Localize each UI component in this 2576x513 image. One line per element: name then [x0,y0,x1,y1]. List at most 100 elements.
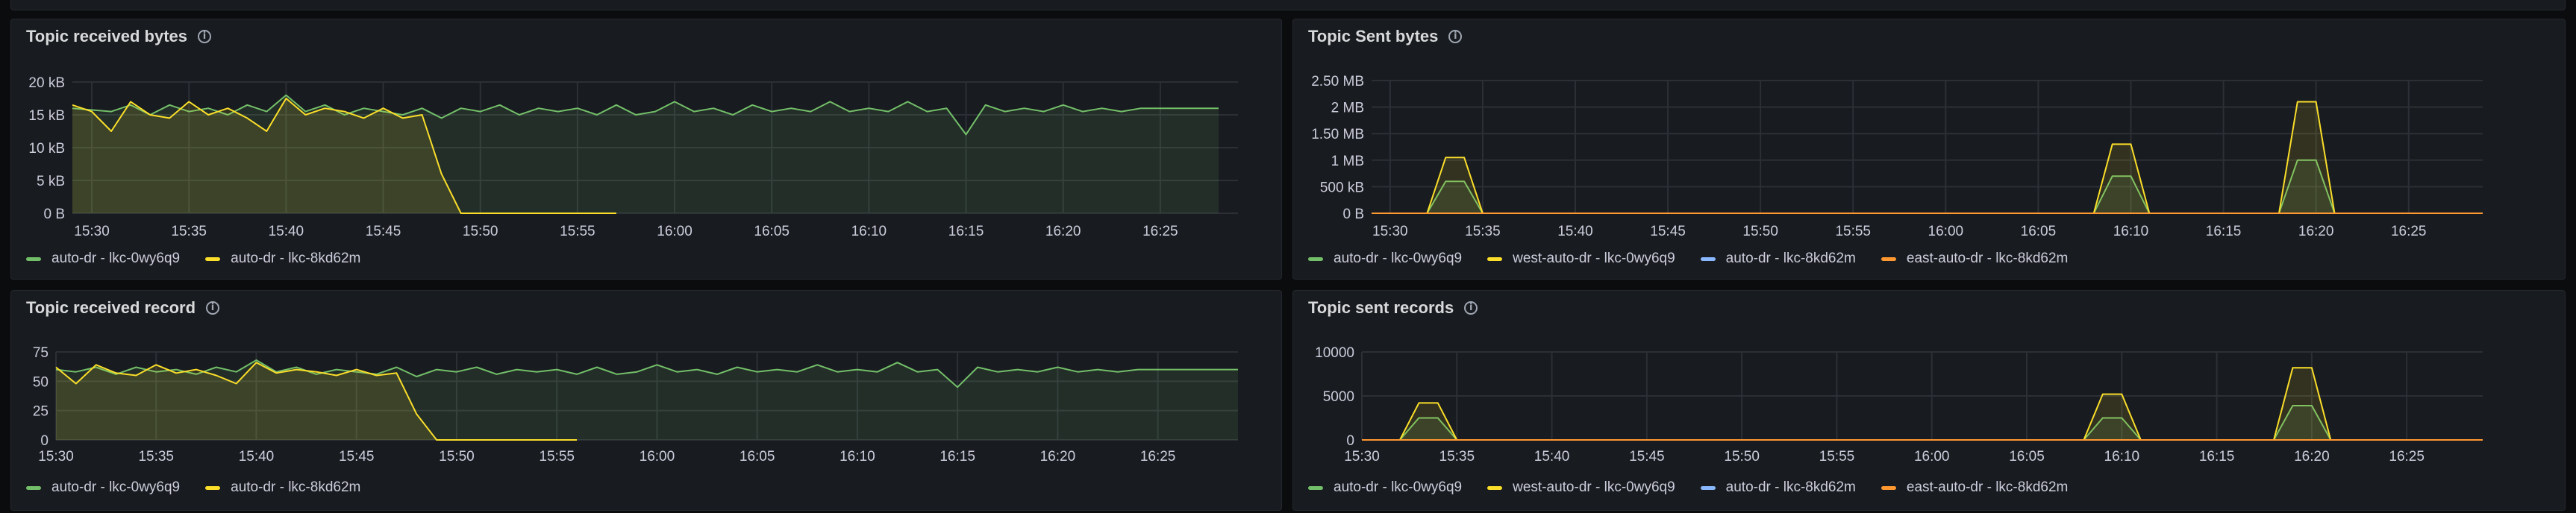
x-tick-label: 15:30 [38,449,74,465]
legend-label: west-auto-dr - lkc-0wy6q9 [1513,251,1675,266]
legend-label: east-auto-dr - lkc-8kd62m [1906,251,2069,266]
x-tick-label: 15:35 [138,449,174,465]
x-tick-label: 15:50 [1742,224,1778,239]
legend: auto-dr - lkc-0wy6q9 west-auto-dr - lkc-… [1308,251,2068,267]
panel-topic-received-bytes: Topic received bytes i 20 kB 15 kB 10 kB 5 … [10,19,1282,280]
x-tick-label: 15:45 [339,449,375,465]
legend-label: auto-dr - lkc-8kd62m [1725,479,1856,495]
y-tick-label: 15 kB [28,108,65,124]
x-tick-label: 15:40 [1534,449,1570,465]
x-tick-label: 16:00 [657,224,693,239]
y-tick-label: 50 [33,374,49,390]
legend-swatch [205,485,221,490]
panel-topic-received-record: Topic received record i 75 50 25 0 15:30 15:3… [10,290,1282,511]
x-tick-label: 15:55 [539,449,575,465]
x-tick-label: 16:15 [2199,449,2235,465]
legend-swatch [1308,256,1323,261]
x-tick-label: 16:10 [2113,224,2149,239]
chart-topic-received-bytes: 20 kB 15 kB 10 kB 5 kB 0 B 15:30 15:35 15:40 15:… [28,75,1238,239]
chart-topic-received-record: 75 50 25 015:30 15:35 15:40 15:45 15:50 15:55 16:… [33,345,1238,465]
x-tick-label: 15:40 [1557,224,1593,239]
x-tick-label: 15:35 [1439,449,1475,465]
legend-swatch [1700,256,1716,261]
legend-label: auto-dr - lkc-0wy6q9 [1334,479,1463,495]
x-tick-label: 16:10 [851,224,887,239]
legend-item[interactable]: auto-dr - lkc-8kd62m [205,479,360,496]
y-tick-label: 1.50 MB [1311,127,1364,142]
legend-item[interactable]: east-auto-dr - lkc-8kd62m [1881,251,2068,267]
y-tick-label: 25 [33,404,49,420]
legend-item[interactable]: west-auto-dr - lkc-0wy6q9 [1487,479,1675,496]
x-tick-label: 16:05 [2009,449,2045,465]
y-tick-label: 0 [1346,433,1354,449]
x-tick-label: 15:50 [463,224,498,239]
legend-label: east-auto-dr - lkc-8kd62m [1906,479,2069,495]
x-tick-label: 16:15 [940,449,975,465]
legend-label: auto-dr - lkc-0wy6q9 [51,479,181,495]
y-tick-label: 5000 [1323,389,1354,405]
legend-swatch [1881,256,1896,261]
x-tick-label: 15:45 [1629,449,1665,465]
y-tick-label: 20 kB [28,75,65,91]
y-tick-label: 1 MB [1331,154,1364,169]
x-tick-label: 16:10 [840,449,875,465]
y-tick-label: 0 B [43,207,65,222]
x-tick-label: 16:10 [2104,449,2140,465]
legend-item[interactable]: auto-dr - lkc-0wy6q9 [26,251,180,267]
legend-swatch [205,256,221,261]
dashboard-top-strip [10,0,2566,10]
y-tick-label: 5 kB [37,174,65,189]
legend-item[interactable]: west-auto-dr - lkc-0wy6q9 [1487,251,1675,267]
y-tick-label: 500 kB [1320,180,1364,195]
legend-swatch [26,485,41,490]
panel-topic-sent-records: Topic sent records i 10000 5000 0 15:30 15:3… [1292,290,2566,511]
legend-item[interactable]: east-auto-dr - lkc-8kd62m [1881,479,2068,496]
x-tick-label: 15:55 [1819,449,1855,465]
legend-label: auto-dr - lkc-0wy6q9 [51,251,181,266]
legend-item[interactable]: auto-dr - lkc-8kd62m [1700,479,1856,496]
x-tick-label: 16:25 [1140,449,1176,465]
legend-label: auto-dr - lkc-8kd62m [231,479,361,495]
x-tick-label: 15:30 [74,224,110,239]
legend-item[interactable]: auto-dr - lkc-0wy6q9 [1308,479,1462,496]
chart-topic-sent-records: 10000 5000 015:30 15:35 15:40 15:45 15:50 15:55… [1315,345,2483,465]
legend-item[interactable]: auto-dr - lkc-8kd62m [205,251,360,267]
legend-label: auto-dr - lkc-8kd62m [231,251,361,266]
x-tick-label: 15:40 [239,449,275,465]
x-tick-label: 16:25 [1142,224,1178,239]
legend-swatch [1700,485,1716,490]
y-tick-label: 0 B [1342,207,1364,222]
legend-swatch [1308,485,1323,490]
legend: auto-dr - lkc-0wy6q9 auto-dr - lkc-8kd62… [26,479,360,496]
legend-swatch [26,256,41,261]
legend: auto-dr - lkc-0wy6q9 auto-dr - lkc-8kd62… [26,251,360,267]
legend-label: west-auto-dr - lkc-0wy6q9 [1513,479,1675,495]
x-tick-label: 16:20 [1040,449,1076,465]
chart-topic-sent-bytes: 2.50 MB 2 MB 1.50 MB 1 MB 500 kB 0 B 15:30 15:3… [1311,74,2483,239]
x-tick-label: 16:05 [740,449,775,465]
x-tick-label: 16:25 [2391,224,2427,239]
x-tick-label: 15:55 [1835,224,1871,239]
y-tick-label: 75 [33,345,49,361]
x-tick-label: 16:00 [1914,449,1950,465]
x-tick-label: 16:20 [2294,449,2330,465]
legend-item[interactable]: auto-dr - lkc-0wy6q9 [26,479,180,496]
x-tick-label: 15:55 [560,224,595,239]
x-tick-label: 16:25 [2389,449,2425,465]
y-tick-label: 0 [40,433,49,449]
y-tick-label: 10000 [1315,345,1354,361]
x-tick-label: 15:50 [1724,449,1760,465]
x-tick-label: 16:05 [2021,224,2057,239]
x-tick-label: 16:00 [640,449,675,465]
x-tick-label: 16:05 [754,224,790,239]
x-tick-label: 16:15 [2206,224,2242,239]
panel-topic-sent-bytes: Topic Sent bytes i 2.50 MB 2 MB 1.50 MB 1 M… [1292,19,2566,280]
x-tick-label: 15:35 [171,224,207,239]
legend-swatch [1881,485,1896,490]
x-tick-label: 15:50 [439,449,475,465]
y-tick-label: 2.50 MB [1311,74,1364,89]
legend-item[interactable]: auto-dr - lkc-8kd62m [1700,251,1856,267]
legend-item[interactable]: auto-dr - lkc-0wy6q9 [1308,251,1462,267]
x-tick-label: 15:40 [269,224,304,239]
legend: auto-dr - lkc-0wy6q9 west-auto-dr - lkc-… [1308,479,2068,496]
